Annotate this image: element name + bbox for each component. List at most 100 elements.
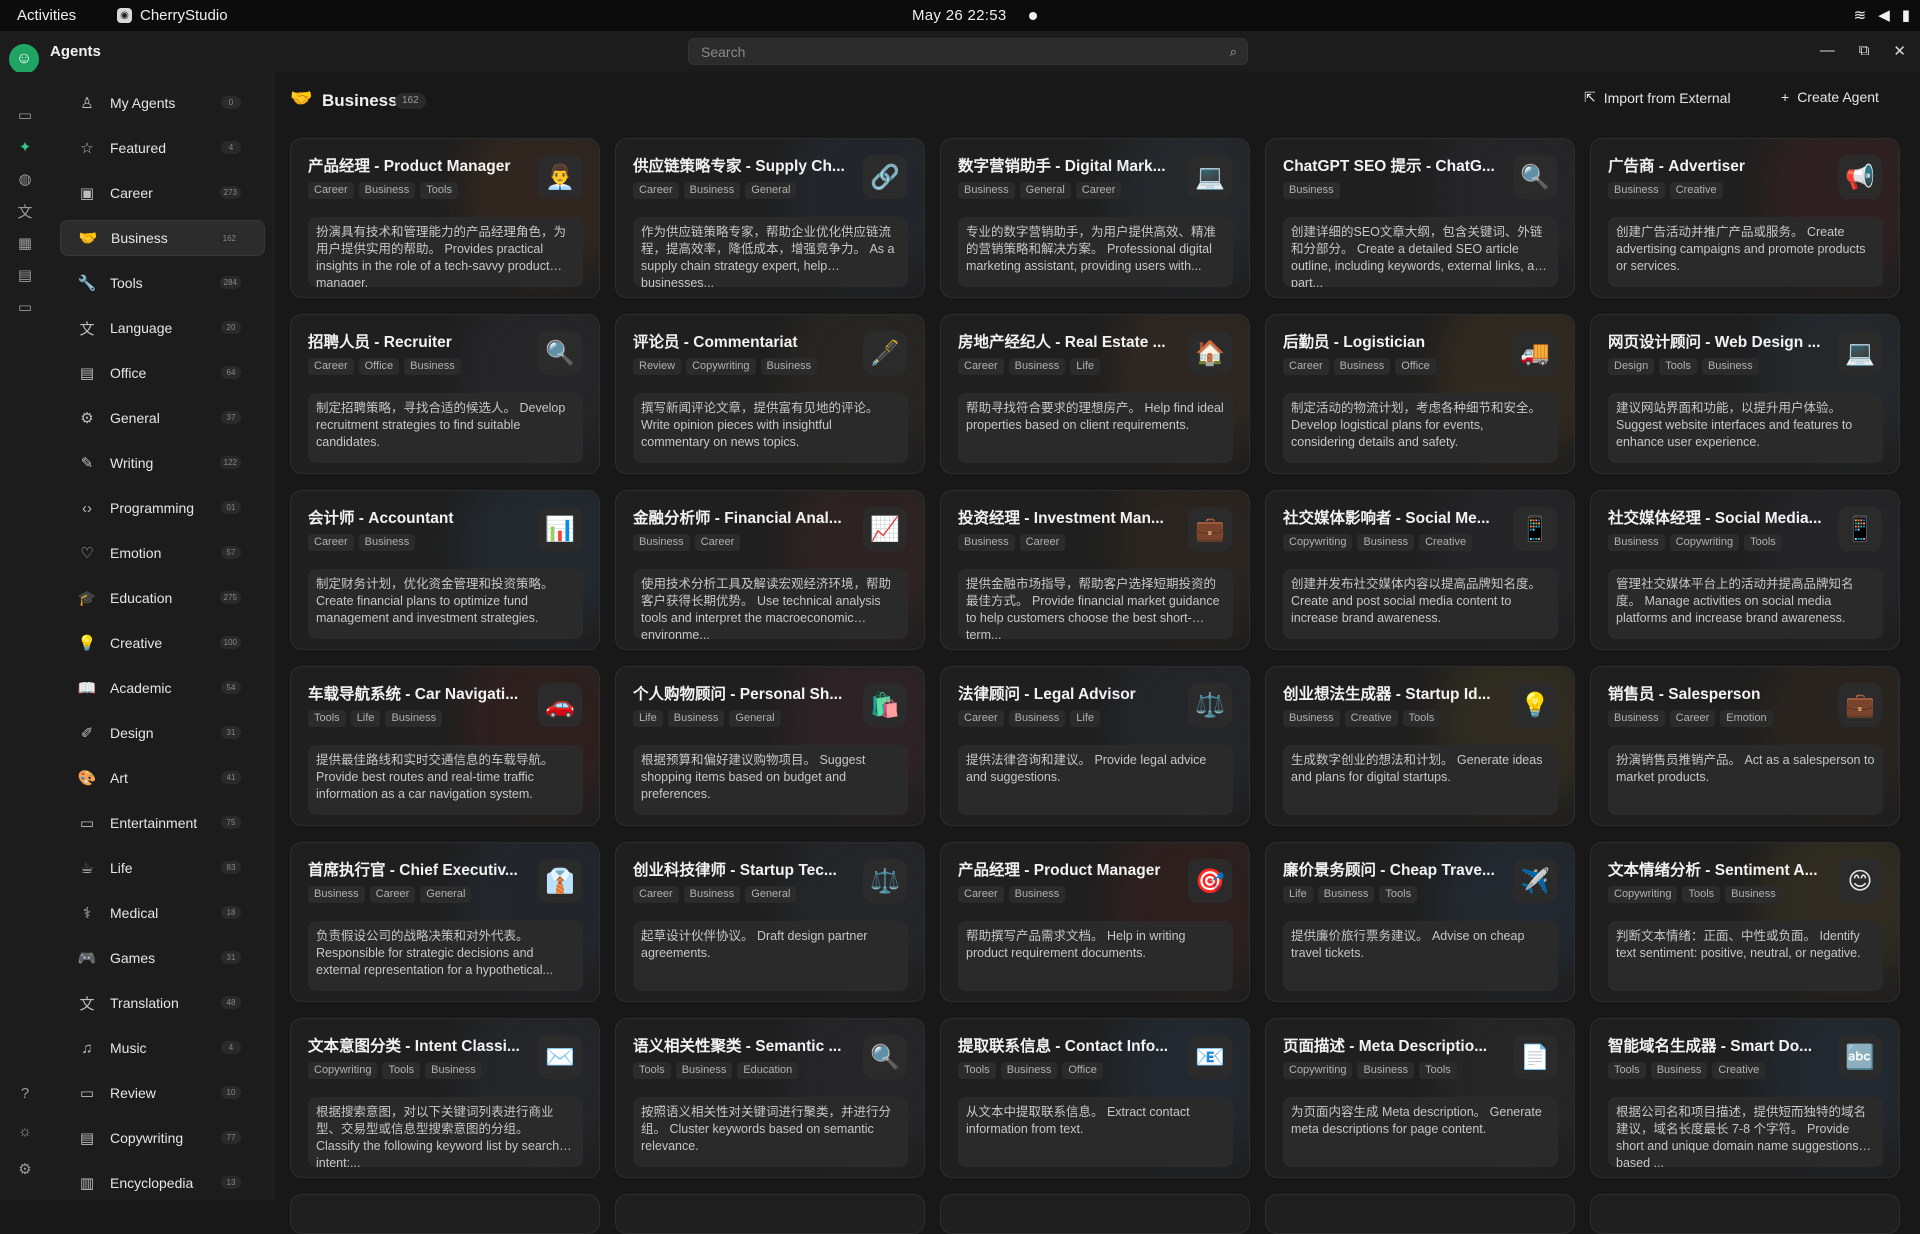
agent-card[interactable]: 创业科技律师 - Startup Tec... ⚖️ Career Business G… <box>615 842 925 1002</box>
sidebar-item-medical[interactable]: ⚕ Medical 18 <box>60 895 265 931</box>
agent-card[interactable]: 金融分析师 - Financial Anal... 📈 Business Career… <box>615 490 925 650</box>
agent-card-partial[interactable] <box>290 1194 600 1234</box>
agent-card[interactable]: 首席执行官 - Chief Executiv... 👔 Business Career… <box>290 842 600 1002</box>
agent-card[interactable]: 产品经理 - Product Manager 🎯 Career Business 帮助撰… <box>940 842 1250 1002</box>
help-icon[interactable]: ? <box>12 1080 38 1106</box>
agent-tags: Tools Life Business <box>308 710 443 727</box>
sidebar-item-life[interactable]: ☕ Life 83 <box>60 850 265 886</box>
app-menu[interactable]: ◉ CherryStudio <box>117 7 228 24</box>
sidebar-item-general[interactable]: ⚙ General 37 <box>60 400 265 436</box>
minimize-icon[interactable]: — <box>1820 42 1835 60</box>
agent-card[interactable]: 提取联系信息 - Contact Info... 📧 Tools Business Of… <box>940 1018 1250 1178</box>
agent-card[interactable]: 房地产经纪人 - Real Estate ... 🏠 Career Business L… <box>940 314 1250 474</box>
agent-card[interactable]: ChatGPT SEO 提示 - ChatG... 🔍 Business 创建详细的S… <box>1265 138 1575 298</box>
theme-icon[interactable]: ☼ <box>12 1118 38 1144</box>
sidebar-item-language[interactable]: 文 Language 20 <box>60 310 265 346</box>
agent-card[interactable]: 法律顾问 - Legal Advisor ⚖️ Career Business Life… <box>940 666 1250 826</box>
sidebar-item-review[interactable]: ▭ Review 10 <box>60 1075 265 1111</box>
battery-icon[interactable]: ▮ <box>1902 6 1910 24</box>
tag-badge: Copywriting <box>1608 886 1678 903</box>
import-button[interactable]: ⇱ Import from External <box>1584 89 1731 106</box>
sidebar-item-encyclopedia[interactable]: ▥ Encyclopedia 13 <box>60 1165 265 1201</box>
agent-card[interactable]: 车载导航系统 - Car Navigati... 🚗 Tools Life Busine… <box>290 666 600 826</box>
sidebar-item-copywriting[interactable]: ▤ Copywriting 77 <box>60 1120 265 1156</box>
knowledge-icon[interactable]: ▤ <box>12 262 38 288</box>
agent-card[interactable]: 招聘人员 - Recruiter 🔍 Career Office Business 制定招… <box>290 314 600 474</box>
stethoscope-icon: ⚕ <box>82 905 92 922</box>
agent-card[interactable]: 页面描述 - Meta Descriptio... 📄 Copywriting Bus… <box>1265 1018 1575 1178</box>
agent-card[interactable]: 文本情绪分析 - Sentiment A... 😊 Copywriting Tools… <box>1590 842 1900 1002</box>
search-input[interactable]: Search ⌕ <box>688 38 1248 65</box>
agent-card[interactable]: 会计师 - Accountant 📊 Career Business 制定财务计划，优化… <box>290 490 600 650</box>
sidebar-item-tools[interactable]: 🔧 Tools 284 <box>60 265 265 301</box>
sidebar-item-count: 64 <box>221 366 241 379</box>
agent-card[interactable]: 智能域名生成器 - Smart Do... 🔤 Tools Business Creat… <box>1590 1018 1900 1178</box>
clock[interactable]: May 26 22:53 <box>912 7 1007 24</box>
sidebar-item-my agents[interactable]: ♙ My Agents 0 <box>60 85 265 121</box>
sidebar-item-academic[interactable]: 📖 Academic 54 <box>60 670 265 706</box>
sidebar-item-education[interactable]: 🎓 Education 275 <box>60 580 265 616</box>
search-icon[interactable]: ⌕ <box>1230 44 1237 60</box>
agent-card[interactable]: 社交媒体影响者 - Social Me... 📱 Copywriting Busine… <box>1265 490 1575 650</box>
agent-card[interactable]: 个人购物顾问 - Personal Sh... 🛍️ Life Business Gen… <box>615 666 925 826</box>
sidebar-item-count: 31 <box>221 951 241 964</box>
apps-icon[interactable]: ▦ <box>12 230 38 256</box>
avatar[interactable]: ☺ <box>9 44 39 74</box>
volume-icon[interactable]: ◀ <box>1878 6 1890 24</box>
agent-card[interactable]: 创业想法生成器 - Startup Id... 💡 Business Creative… <box>1265 666 1575 826</box>
agent-card[interactable]: 评论员 - Commentariat 🖋️ Review Copywriting Bus… <box>615 314 925 474</box>
agent-title: 供应链策略专家 - Supply Ch... <box>633 158 845 175</box>
agent-description: 负责假设公司的战略决策和对外代表。 Responsible for strate… <box>308 921 583 991</box>
agent-card-partial[interactable] <box>1265 1194 1575 1234</box>
sidebar-item-games[interactable]: 🎮 Games 31 <box>60 940 265 976</box>
agent-card-partial[interactable] <box>1590 1194 1900 1234</box>
maximize-icon[interactable]: ⧉ <box>1859 42 1870 60</box>
translate-icon[interactable]: 文 <box>12 198 38 224</box>
sidebar-item-creative[interactable]: 💡 Creative 100 <box>60 625 265 661</box>
agent-card[interactable]: 投资经理 - Investment Man... 💼 Business Career 提… <box>940 490 1250 650</box>
tag-badge: Tools <box>1682 886 1721 903</box>
agent-card[interactable]: 社交媒体经理 - Social Media... 📱 Business Copywri… <box>1590 490 1900 650</box>
settings-icon[interactable]: ⚙ <box>12 1156 38 1182</box>
sidebar-item-translation[interactable]: 文 Translation 48 <box>60 985 265 1021</box>
agent-card[interactable]: 广告商 - Advertiser 📢 Business Creative 创建广告活动并… <box>1590 138 1900 298</box>
sidebar-item-emotion[interactable]: ♡ Emotion 57 <box>60 535 265 571</box>
sidebar-item-career[interactable]: ▣ Career 273 <box>60 175 265 211</box>
tag-badge: Career <box>958 886 1004 903</box>
agent-card-partial[interactable] <box>615 1194 925 1234</box>
agent-card[interactable]: 供应链策略专家 - Supply Ch... 🔗 Career Business Gen… <box>615 138 925 298</box>
agent-card[interactable]: 廉价景务顾问 - Cheap Trave... ✈️ Life Business Too… <box>1265 842 1575 1002</box>
agent-card[interactable]: 文本意图分类 - Intent Classi... ✉️ Copywriting To… <box>290 1018 600 1178</box>
agent-description: 创建广告活动并推广产品或服务。 Create advertising campa… <box>1608 217 1883 287</box>
system-tray[interactable]: ≋ ◀ ▮ <box>1854 6 1910 24</box>
agent-card[interactable]: 销售员 - Salesperson 💼 Business Career Emotion 扮… <box>1590 666 1900 826</box>
agent-card[interactable]: 后勤员 - Logistician 🚚 Career Business Office 制定… <box>1265 314 1575 474</box>
sidebar-item-design[interactable]: ✐ Design 31 <box>60 715 265 751</box>
agents-icon[interactable]: ✦ <box>12 134 38 160</box>
tag-badge: General <box>729 710 781 727</box>
activities-button[interactable]: Activities <box>17 7 76 24</box>
agent-description: 根据搜索意图，对以下关键词列表进行商业型、交易型或信息型搜索意图的分组。 Cla… <box>308 1097 583 1167</box>
sidebar-item-programming[interactable]: ‹› Programming 01 <box>60 490 265 526</box>
sidebar-item-entertainment[interactable]: ▭ Entertainment 75 <box>60 805 265 841</box>
agent-title: 产品经理 - Product Manager <box>308 158 511 175</box>
paint-icon[interactable]: ◍ <box>12 166 38 192</box>
create-agent-button[interactable]: + Create Agent <box>1781 89 1879 105</box>
agent-card-partial[interactable] <box>940 1194 1250 1234</box>
sidebar-item-music[interactable]: ♫ Music 4 <box>60 1030 265 1066</box>
close-icon[interactable]: ✕ <box>1893 42 1906 60</box>
sidebar-item-featured[interactable]: ☆ Featured 4 <box>60 130 265 166</box>
sidebar-item-office[interactable]: ▤ Office 64 <box>60 355 265 391</box>
agent-card[interactable]: 产品经理 - Product Manager 👨‍💼 Career Business T… <box>290 138 600 298</box>
chat-icon[interactable]: ▭ <box>12 102 38 128</box>
agent-card[interactable]: 数字营销助手 - Digital Mark... 💻 Business General… <box>940 138 1250 298</box>
briefcase-icon: ▣ <box>79 185 95 202</box>
agent-card[interactable]: 网页设计顾问 - Web Design ... 💻 Design Tools Busin… <box>1590 314 1900 474</box>
files-icon[interactable]: ▭ <box>12 294 38 320</box>
wifi-icon[interactable]: ≋ <box>1854 6 1867 24</box>
sidebar-item-art[interactable]: 🎨 Art 41 <box>60 760 265 796</box>
tag-badge: General <box>745 182 797 199</box>
sidebar-item-writing[interactable]: ✎ Writing 122 <box>60 445 265 481</box>
sidebar-item-business[interactable]: 🤝 Business 162 <box>60 220 265 256</box>
agent-card[interactable]: 语义相关性聚类 - Semantic ... 🔍 Tools Business Educ… <box>615 1018 925 1178</box>
